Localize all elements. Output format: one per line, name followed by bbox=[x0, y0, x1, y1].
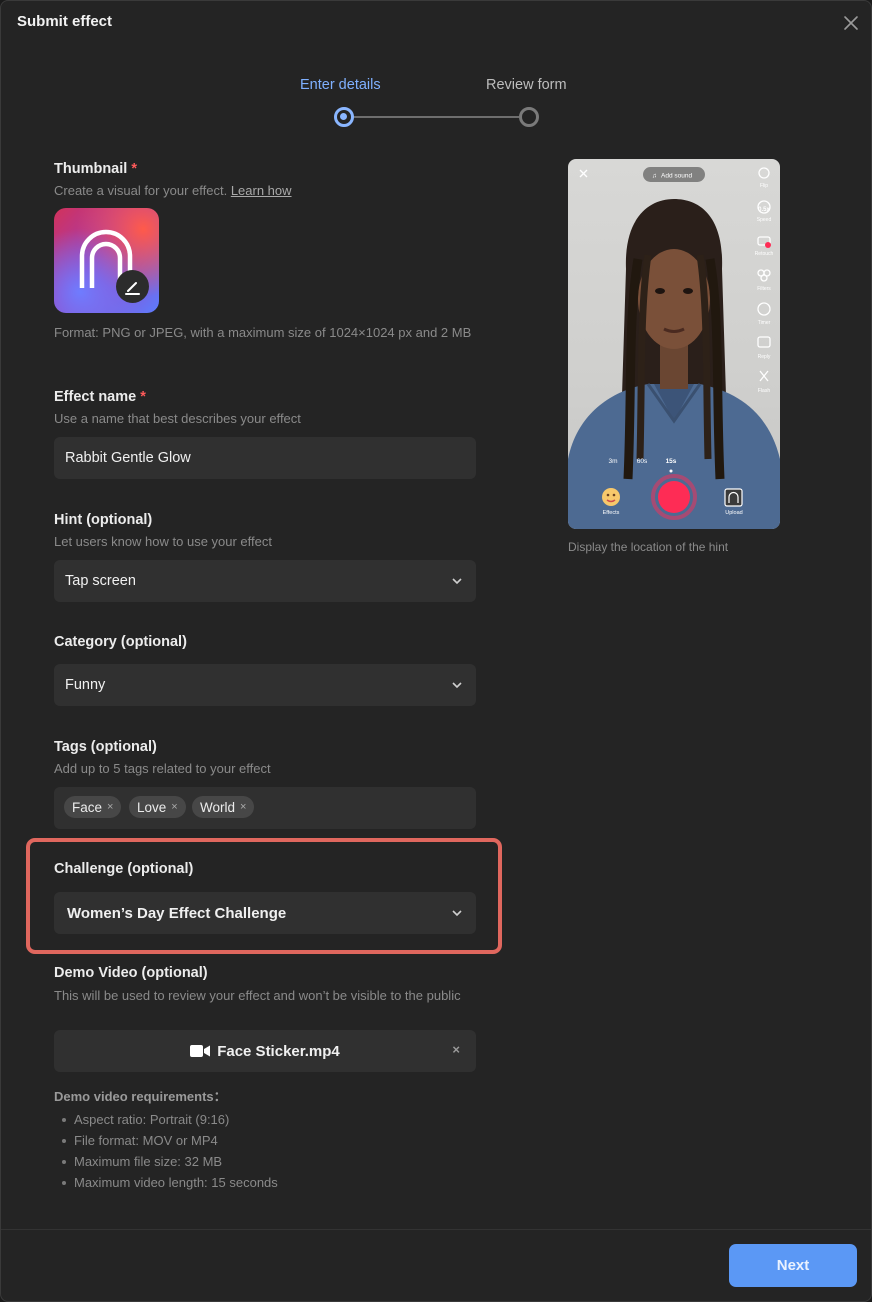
demo-video-file[interactable]: Face Sticker.mp4 × bbox=[54, 1030, 476, 1072]
speed-value: 0.5x bbox=[758, 207, 770, 213]
remove-tag-icon[interactable]: × bbox=[171, 801, 177, 813]
effects-icon bbox=[602, 488, 620, 506]
requirement-item: Maximum video length: 15 seconds bbox=[54, 1174, 278, 1195]
step-review-form-dot bbox=[519, 107, 539, 127]
tag-chip: Love × bbox=[129, 796, 186, 818]
duration-option: 3m bbox=[608, 458, 617, 465]
learn-how-link[interactable]: Learn how bbox=[231, 183, 292, 198]
effect-name-description: Use a name that best describes your effe… bbox=[54, 411, 301, 426]
effect-name-label: Effect name * bbox=[54, 389, 146, 405]
edit-thumbnail-button[interactable] bbox=[116, 270, 149, 303]
hint-select[interactable]: Tap screen bbox=[54, 560, 476, 602]
next-button[interactable]: Next bbox=[729, 1244, 857, 1287]
effect-name-value: Rabbit Gentle Glow bbox=[65, 450, 191, 466]
upload-label: Upload bbox=[725, 510, 742, 516]
hint-description: Let users know how to use your effect bbox=[54, 534, 272, 549]
side-tool-label: Reply bbox=[758, 354, 771, 360]
requirement-item: File format: MOV or MP4 bbox=[54, 1132, 278, 1153]
thumbnail-format-note: Format: PNG or JPEG, with a maximum size… bbox=[54, 325, 472, 340]
demo-video-filename: Face Sticker.mp4 bbox=[217, 1042, 340, 1060]
tags-description: Add up to 5 tags related to your effect bbox=[54, 761, 271, 776]
requirement-item: Aspect ratio: Portrait (9:16) bbox=[54, 1111, 278, 1132]
remove-video-icon[interactable]: × bbox=[452, 1042, 460, 1057]
thumbnail-description: Create a visual for your effect. Learn h… bbox=[54, 183, 292, 198]
stepper-line bbox=[353, 116, 519, 118]
record-button bbox=[658, 481, 690, 513]
required-mark: * bbox=[131, 161, 137, 177]
dialog-title: Submit effect bbox=[17, 13, 113, 30]
side-tool-label: Flip bbox=[760, 183, 768, 189]
side-tool-label: Timer bbox=[758, 320, 771, 326]
step-review-form[interactable]: Review form bbox=[486, 77, 567, 93]
tag-chip: Face × bbox=[64, 796, 122, 818]
side-tool-label: Flash bbox=[758, 388, 770, 394]
step-enter-details-dot bbox=[334, 107, 354, 127]
thumbnail-label: Thumbnail * bbox=[54, 161, 137, 177]
tag-chip: World × bbox=[192, 796, 255, 818]
remove-tag-icon[interactable]: × bbox=[240, 801, 246, 813]
side-tool-label: Filters bbox=[757, 286, 771, 292]
chevron-down-icon bbox=[452, 682, 462, 689]
preview-caption: Display the location of the hint bbox=[568, 540, 729, 554]
category-select[interactable]: Funny bbox=[54, 664, 476, 706]
chevron-down-icon bbox=[452, 578, 462, 585]
duration-option: 15s bbox=[666, 458, 677, 465]
side-tool-label: Speed bbox=[757, 217, 772, 223]
pencil-icon bbox=[125, 282, 140, 295]
demo-video-label: Demo Video (optional) bbox=[54, 965, 208, 981]
category-label: Category (optional) bbox=[54, 634, 187, 650]
effect-name-input[interactable]: Rabbit Gentle Glow bbox=[54, 437, 476, 479]
required-mark: * bbox=[140, 389, 146, 405]
demo-video-requirements: Demo video requirements： Aspect ratio: P… bbox=[54, 1086, 278, 1195]
demo-video-description: This will be used to review your effect … bbox=[54, 988, 461, 1003]
side-tool-label: Retouch bbox=[755, 251, 774, 257]
remove-tag-icon[interactable]: × bbox=[107, 801, 113, 813]
step-enter-details[interactable]: Enter details bbox=[300, 77, 381, 93]
duration-option: 60s bbox=[637, 458, 648, 465]
tags-label: Tags (optional) bbox=[54, 739, 157, 755]
category-value: Funny bbox=[65, 677, 106, 693]
preview-photo: Flip Speed Retouch Filters Timer Reply F… bbox=[568, 167, 780, 529]
footer-divider bbox=[1, 1229, 871, 1230]
close-icon[interactable] bbox=[841, 13, 861, 33]
effects-label: Effects bbox=[603, 510, 620, 516]
upload-icon bbox=[724, 488, 743, 507]
preview-close-icon bbox=[579, 169, 588, 178]
music-note-icon: ♫ bbox=[652, 173, 657, 180]
submit-effect-dialog: Submit effect Enter details Review form … bbox=[0, 0, 872, 1302]
requirements-title: Demo video requirements： bbox=[54, 1089, 227, 1104]
hint-value: Tap screen bbox=[65, 573, 136, 589]
video-camera-icon bbox=[190, 1045, 211, 1057]
challenge-highlight-box bbox=[26, 838, 502, 954]
hint-label: Hint (optional) bbox=[54, 512, 153, 528]
add-sound-label: Add sound bbox=[661, 173, 692, 180]
phone-preview: Flip Speed Retouch Filters Timer Reply F… bbox=[568, 159, 780, 529]
requirement-item: Maximum file size: 32 MB bbox=[54, 1153, 278, 1174]
